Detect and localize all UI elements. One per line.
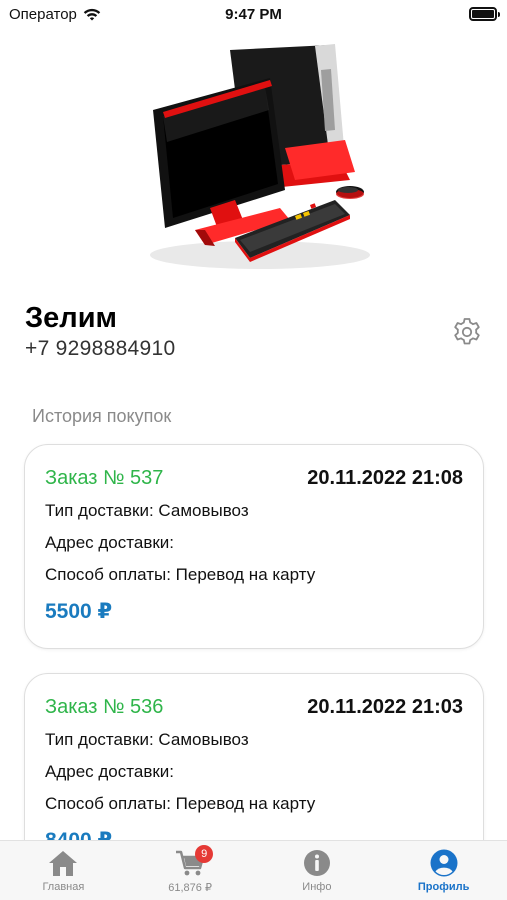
order-number: Заказ № 536 [45,695,164,718]
order-number: Заказ № 537 [45,466,164,489]
tab-profile-label: Профиль [417,881,470,893]
payment-method: Способ оплаты: Перевод на карту [45,565,316,584]
profile-icon [430,849,458,877]
tab-bar: Главная 9 61,876 ₽ Инфо Профиль [0,840,507,900]
order-date: 20.11.2022 21:08 [307,466,463,489]
order-total: 5500 ₽ [45,600,113,623]
order-list: Заказ № 537 20.11.2022 21:08 Тип доставк… [24,444,484,900]
tab-profile[interactable]: Профиль [380,841,507,900]
settings-button[interactable] [450,315,484,349]
computer-illustration [135,40,375,275]
delivery-type: Тип доставки: Самовывоз [45,501,249,520]
delivery-type: Тип доставки: Самовывоз [45,730,249,749]
gear-icon [454,318,480,345]
delivery-address: Адрес доставки: [45,762,175,781]
tab-cart[interactable]: 9 61,876 ₽ [127,841,254,900]
profile-name: Зелим [25,302,117,334]
tab-info[interactable]: Инфо [254,841,381,900]
payment-method: Способ оплаты: Перевод на карту [45,794,316,813]
tab-cart-label: 61,876 ₽ [168,882,212,894]
cart-badge: 9 [195,845,214,863]
battery-icon [469,7,500,21]
tab-info-label: Инфо [302,881,332,893]
info-icon [303,850,330,876]
status-time: 9:47 PM [225,6,282,23]
order-card[interactable]: Заказ № 537 20.11.2022 21:08 Тип доставк… [24,444,484,649]
profile-phone: +7 9298884910 [25,337,176,360]
status-bar: Оператор 9:47 PM [0,0,507,30]
purchase-history-title: История покупок [32,406,172,426]
tab-home[interactable]: Главная [0,841,127,900]
tab-home-label: Главная [42,881,85,893]
delivery-address: Адрес доставки: [45,533,175,552]
home-icon [49,851,78,876]
order-date: 20.11.2022 21:03 [307,695,463,718]
